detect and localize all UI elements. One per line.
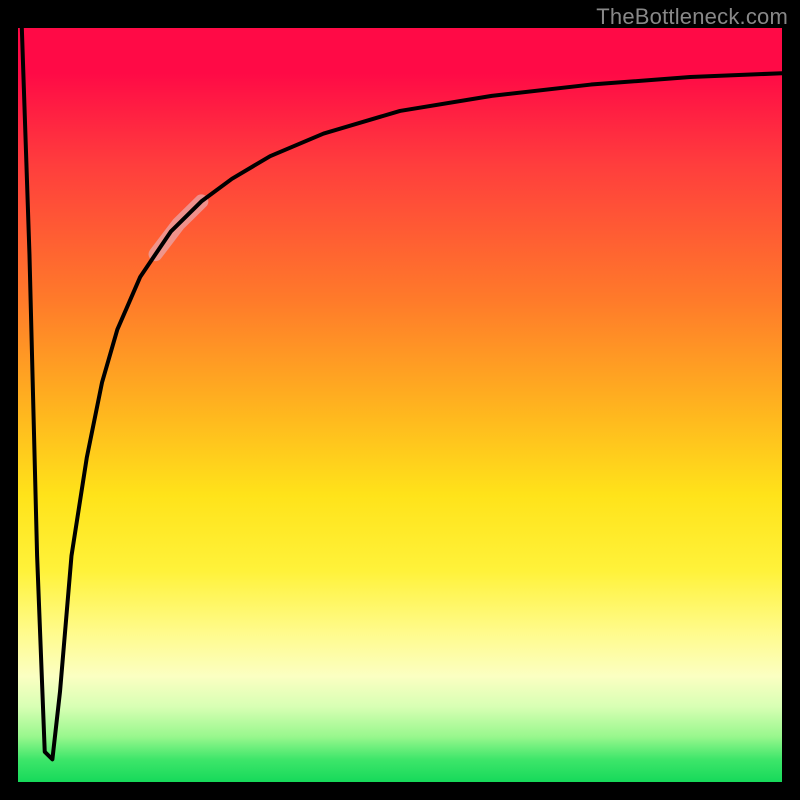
- watermark-text: TheBottleneck.com: [596, 4, 788, 30]
- plot-area: [18, 28, 782, 782]
- chart-frame: TheBottleneck.com: [0, 0, 800, 800]
- bottleneck-curve: [22, 28, 782, 759]
- curve-svg: [18, 28, 782, 782]
